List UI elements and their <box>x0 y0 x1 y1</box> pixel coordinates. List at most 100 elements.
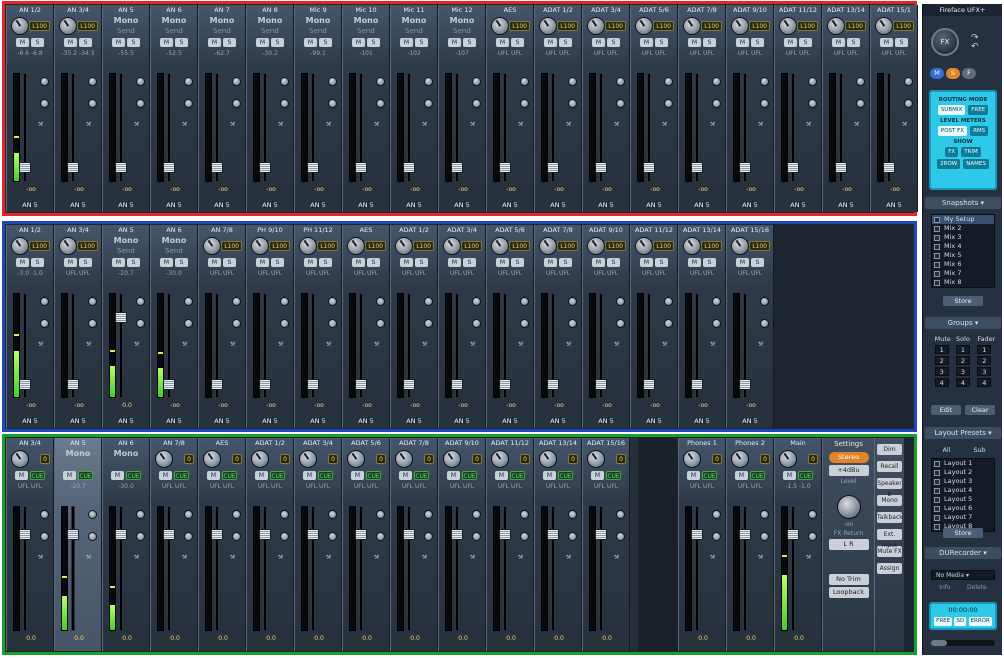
channel-name[interactable]: AN 5 <box>55 438 101 448</box>
mute-button[interactable]: M <box>351 471 364 480</box>
channel-strip[interactable]: AN 7/8 L100 M S UFL UFL ⚒ -oo AN 5 <box>198 225 246 428</box>
mute-button[interactable]: M <box>832 38 845 47</box>
layout-preset-item[interactable]: Layout 7 <box>932 513 994 522</box>
mute-button[interactable]: M <box>544 258 557 267</box>
channel-name[interactable]: ADAT 3/4 <box>295 438 341 448</box>
solo-button[interactable]: S <box>175 258 188 267</box>
volume-fader[interactable] <box>691 379 703 391</box>
pan-value[interactable]: 0 <box>472 454 482 464</box>
volume-fader[interactable] <box>115 162 127 174</box>
pan-value[interactable]: L100 <box>29 241 50 251</box>
cue-button[interactable]: CUE <box>510 471 525 480</box>
channel-name[interactable]: PH 11/12 <box>295 225 341 235</box>
solo-button[interactable]: S <box>31 38 44 47</box>
monitor-button[interactable]: Dim <box>877 444 902 455</box>
snapshot-item[interactable]: Mix 4 <box>932 242 994 251</box>
gain-knob[interactable] <box>11 17 29 35</box>
output-route-label[interactable]: AN 5 <box>391 417 437 426</box>
pan-value[interactable]: 0 <box>232 454 242 464</box>
mute-button[interactable]: M <box>592 38 605 47</box>
channel-name[interactable]: ADAT 15/1 <box>871 5 917 15</box>
mute-button[interactable]: M <box>783 471 796 480</box>
pan-value[interactable]: L100 <box>701 241 722 251</box>
channel-strip[interactable]: AES 0 M CUE UFL UFL ⚒ 0.0 <box>198 438 246 651</box>
channel-strip[interactable]: AN 1/2 L100 M S -6.6 -6.8 ⚒ -oo AN 5 <box>6 5 54 212</box>
channel-strip[interactable]: Phones 2 0 M CUE UFL UFL ⚒ 0.0 <box>726 438 774 651</box>
cue-button[interactable]: CUE <box>126 471 141 480</box>
channel-strip[interactable]: AN 1/2 L100 M S -3.0 -1.0 ⚒ -oo AN 5 <box>6 225 54 428</box>
wrench-icon[interactable]: ⚒ <box>422 341 427 348</box>
mute-button[interactable]: M <box>736 38 749 47</box>
layout-preset-item[interactable]: Layout 2 <box>932 468 994 477</box>
channel-strip[interactable]: ADAT 11/12 L100 M S UFL UFL ⚒ -oo AN 5 <box>774 5 822 212</box>
channel-name[interactable]: AES <box>199 438 245 448</box>
fx-return-knob[interactable] <box>836 495 861 519</box>
fx-send-knob[interactable] <box>424 99 433 108</box>
gain-knob[interactable] <box>251 237 269 255</box>
volume-fader[interactable] <box>739 528 751 540</box>
gain-knob[interactable] <box>491 450 509 468</box>
channel-name[interactable]: ADAT 11/12 <box>487 438 533 448</box>
solo-button[interactable]: S <box>655 38 668 47</box>
output-route-label[interactable]: AN 5 <box>823 201 869 210</box>
channel-name[interactable]: ADAT 13/14 <box>535 438 581 448</box>
mute-button[interactable]: M <box>495 471 508 480</box>
solo-button[interactable]: S <box>319 38 332 47</box>
wrench-icon[interactable]: ⚒ <box>230 341 235 348</box>
fx-send-knob[interactable] <box>616 510 625 519</box>
no-trim-button[interactable]: No Trim <box>828 574 869 585</box>
channel-strip[interactable]: PH 9/10 L100 M S UFL UFL ⚒ -oo AN 5 <box>246 225 294 428</box>
cue-button[interactable]: CUE <box>270 471 285 480</box>
cue-button[interactable]: CUE <box>414 471 429 480</box>
gain-knob[interactable] <box>731 450 749 468</box>
channel-strip[interactable]: AN 3/4 L100 M S UFL UFL ⚒ -oo AN 5 <box>54 225 102 428</box>
mute-button[interactable]: M <box>688 258 701 267</box>
channel-name[interactable]: ADAT 11/12 <box>631 225 677 235</box>
mute-button[interactable]: M <box>687 471 700 480</box>
pan-value[interactable]: L100 <box>221 241 242 251</box>
fx-send-knob[interactable] <box>232 532 241 541</box>
group-slot[interactable]: 1 <box>955 345 970 354</box>
layout-checkbox[interactable] <box>934 496 940 503</box>
durecorder-header[interactable]: DURecorder ▾ <box>925 547 1001 559</box>
mute-button[interactable]: M <box>784 38 797 47</box>
fx-send-knob[interactable] <box>712 510 721 519</box>
fx-send-knob[interactable] <box>88 297 97 306</box>
wrench-icon[interactable]: ⚒ <box>566 554 571 561</box>
solo-button[interactable]: S <box>79 38 92 47</box>
snapshot-checkbox[interactable] <box>934 243 940 250</box>
wrench-icon[interactable]: ⚒ <box>614 121 619 128</box>
mute-button[interactable]: M <box>160 38 173 47</box>
gain-knob[interactable] <box>683 237 701 255</box>
fx-send-knob[interactable] <box>760 99 769 108</box>
channel-name[interactable]: Mic 10 <box>343 5 389 15</box>
mute-button[interactable]: M <box>496 258 509 267</box>
volume-fader[interactable] <box>163 528 175 540</box>
channel-strip[interactable]: ADAT 9/10 0 M CUE UFL UFL ⚒ 0.0 <box>438 438 486 651</box>
mute-button[interactable]: M <box>592 258 605 267</box>
fx-send-knob[interactable] <box>88 532 97 541</box>
mute-button[interactable]: M <box>304 258 317 267</box>
output-route-label[interactable]: AN 5 <box>247 417 293 426</box>
solo-button[interactable]: S <box>223 258 236 267</box>
wrench-icon[interactable]: ⚒ <box>134 554 139 561</box>
volume-fader[interactable] <box>259 379 271 391</box>
fx-send-knob[interactable] <box>232 510 241 519</box>
layout-checkbox[interactable] <box>934 460 940 467</box>
fx-send-knob[interactable] <box>520 532 529 541</box>
rms-button[interactable]: RMS <box>970 126 989 136</box>
volume-fader[interactable] <box>211 528 223 540</box>
layout-checkbox[interactable] <box>934 487 940 494</box>
channel-name[interactable]: AN 5 <box>103 5 149 15</box>
solo-button[interactable]: S <box>511 38 524 47</box>
volume-fader[interactable] <box>883 162 895 174</box>
gain-knob[interactable] <box>539 450 557 468</box>
output-route-label[interactable]: AN 5 <box>439 417 485 426</box>
channel-name[interactable]: AN 6 <box>151 5 197 15</box>
wrench-icon[interactable]: ⚒ <box>374 341 379 348</box>
channel-strip[interactable]: AN 5 Mono M CUE -20.7 ⚒ 0.0 <box>54 438 102 651</box>
group-slot[interactable]: 4 <box>934 378 949 387</box>
fx-send-knob[interactable] <box>136 99 145 108</box>
mute-button[interactable]: M <box>448 38 461 47</box>
gain-knob[interactable] <box>299 450 317 468</box>
